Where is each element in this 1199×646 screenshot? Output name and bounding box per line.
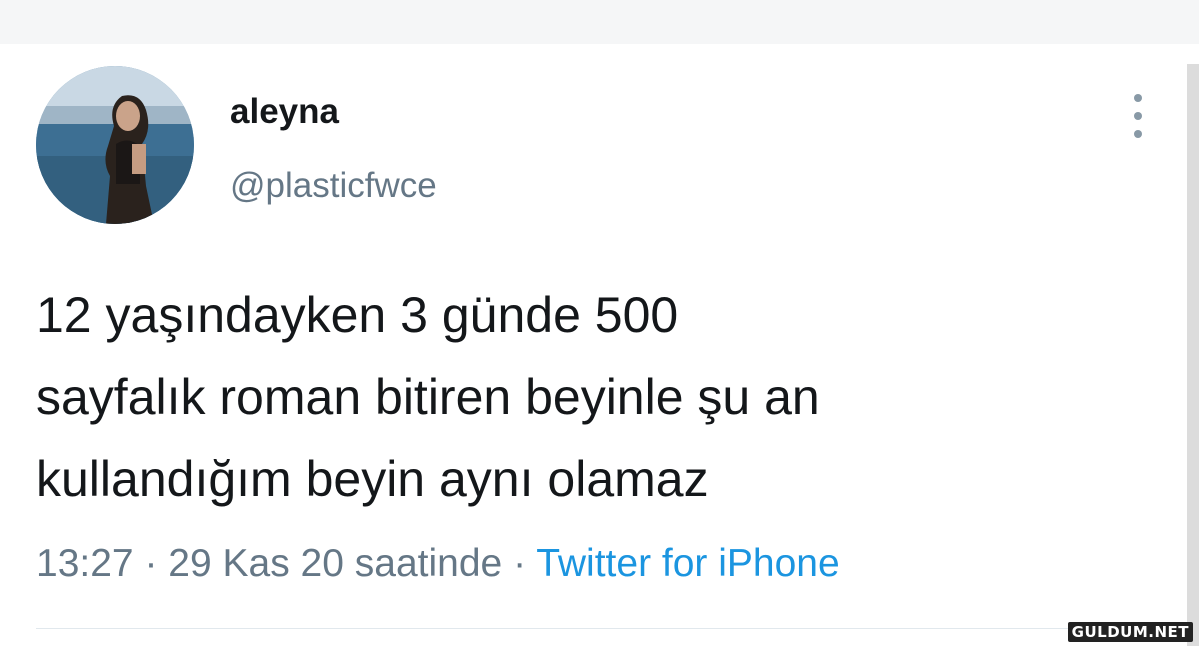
divider	[36, 628, 1148, 629]
watermark: GULDUM.NET	[1067, 622, 1193, 642]
tweet-text-line: 12 yaşındayken 3 günde 500	[36, 287, 679, 343]
scrollbar[interactable]	[1187, 64, 1199, 646]
more-options-button[interactable]	[1126, 94, 1150, 138]
top-bar	[0, 0, 1199, 44]
tweet-source-link[interactable]: Twitter for iPhone	[536, 542, 839, 585]
display-name[interactable]: aleyna	[230, 92, 339, 132]
tweet-card: aleyna @plasticfwce 12 yaşındayken 3 gün…	[0, 44, 1187, 646]
meta-separator: ·	[513, 542, 527, 585]
tweet-time[interactable]: 13:27	[36, 542, 134, 585]
tweet-text-line: sayfalık roman bitiren beyinle şu an	[36, 369, 820, 425]
more-vertical-icon	[1134, 94, 1142, 102]
more-vertical-icon	[1134, 112, 1142, 120]
tweet-meta: 13:27 · 29 Kas 20 saatinde · Twitter for…	[36, 540, 840, 588]
avatar[interactable]	[36, 66, 194, 224]
tweet-text: 12 yaşındayken 3 günde 500 sayfalık roma…	[36, 274, 1116, 520]
meta-separator: ·	[144, 542, 158, 585]
more-vertical-icon	[1134, 130, 1142, 138]
tweet-text-line: kullandığım beyin aynı olamaz	[36, 451, 709, 507]
user-handle[interactable]: @plasticfwce	[230, 166, 437, 206]
profile-photo	[36, 66, 194, 224]
tweet-date[interactable]: 29 Kas 20 saatinde	[168, 542, 502, 585]
